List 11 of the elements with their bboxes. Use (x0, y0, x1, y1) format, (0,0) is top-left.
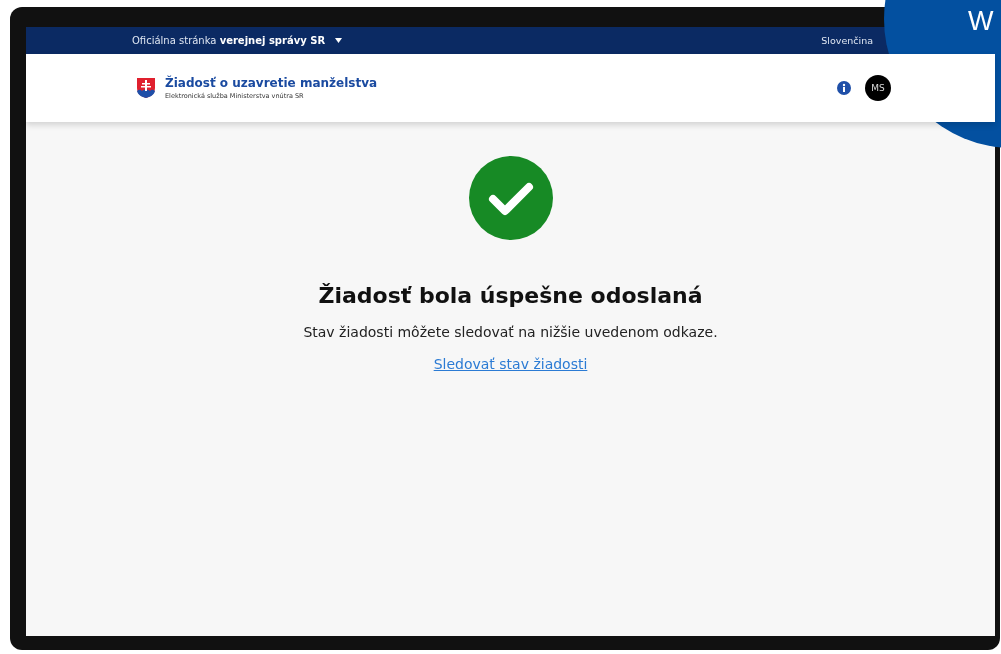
check-circle-icon (468, 156, 553, 240)
caret-icon[interactable] (335, 38, 343, 43)
track-status-link[interactable]: Sledovať stav žiadosti (433, 356, 588, 372)
coat-of-arms-icon (136, 77, 156, 99)
status-message: Stav žiadosti môžete sledovať na nižšie uvedenom odkaze. (303, 324, 718, 340)
info-icon[interactable] (837, 81, 851, 95)
success-title: Žiadosť bola úspešne odoslaná (318, 283, 703, 308)
user-avatar[interactable]: MS (865, 75, 891, 101)
official-site-label[interactable]: Oficiálna stránka verejnej správy SR (132, 35, 326, 46)
language-selector[interactable]: Slovenčina (821, 35, 873, 46)
service-title: Žiadosť o uzavretie manželstva (165, 76, 378, 90)
